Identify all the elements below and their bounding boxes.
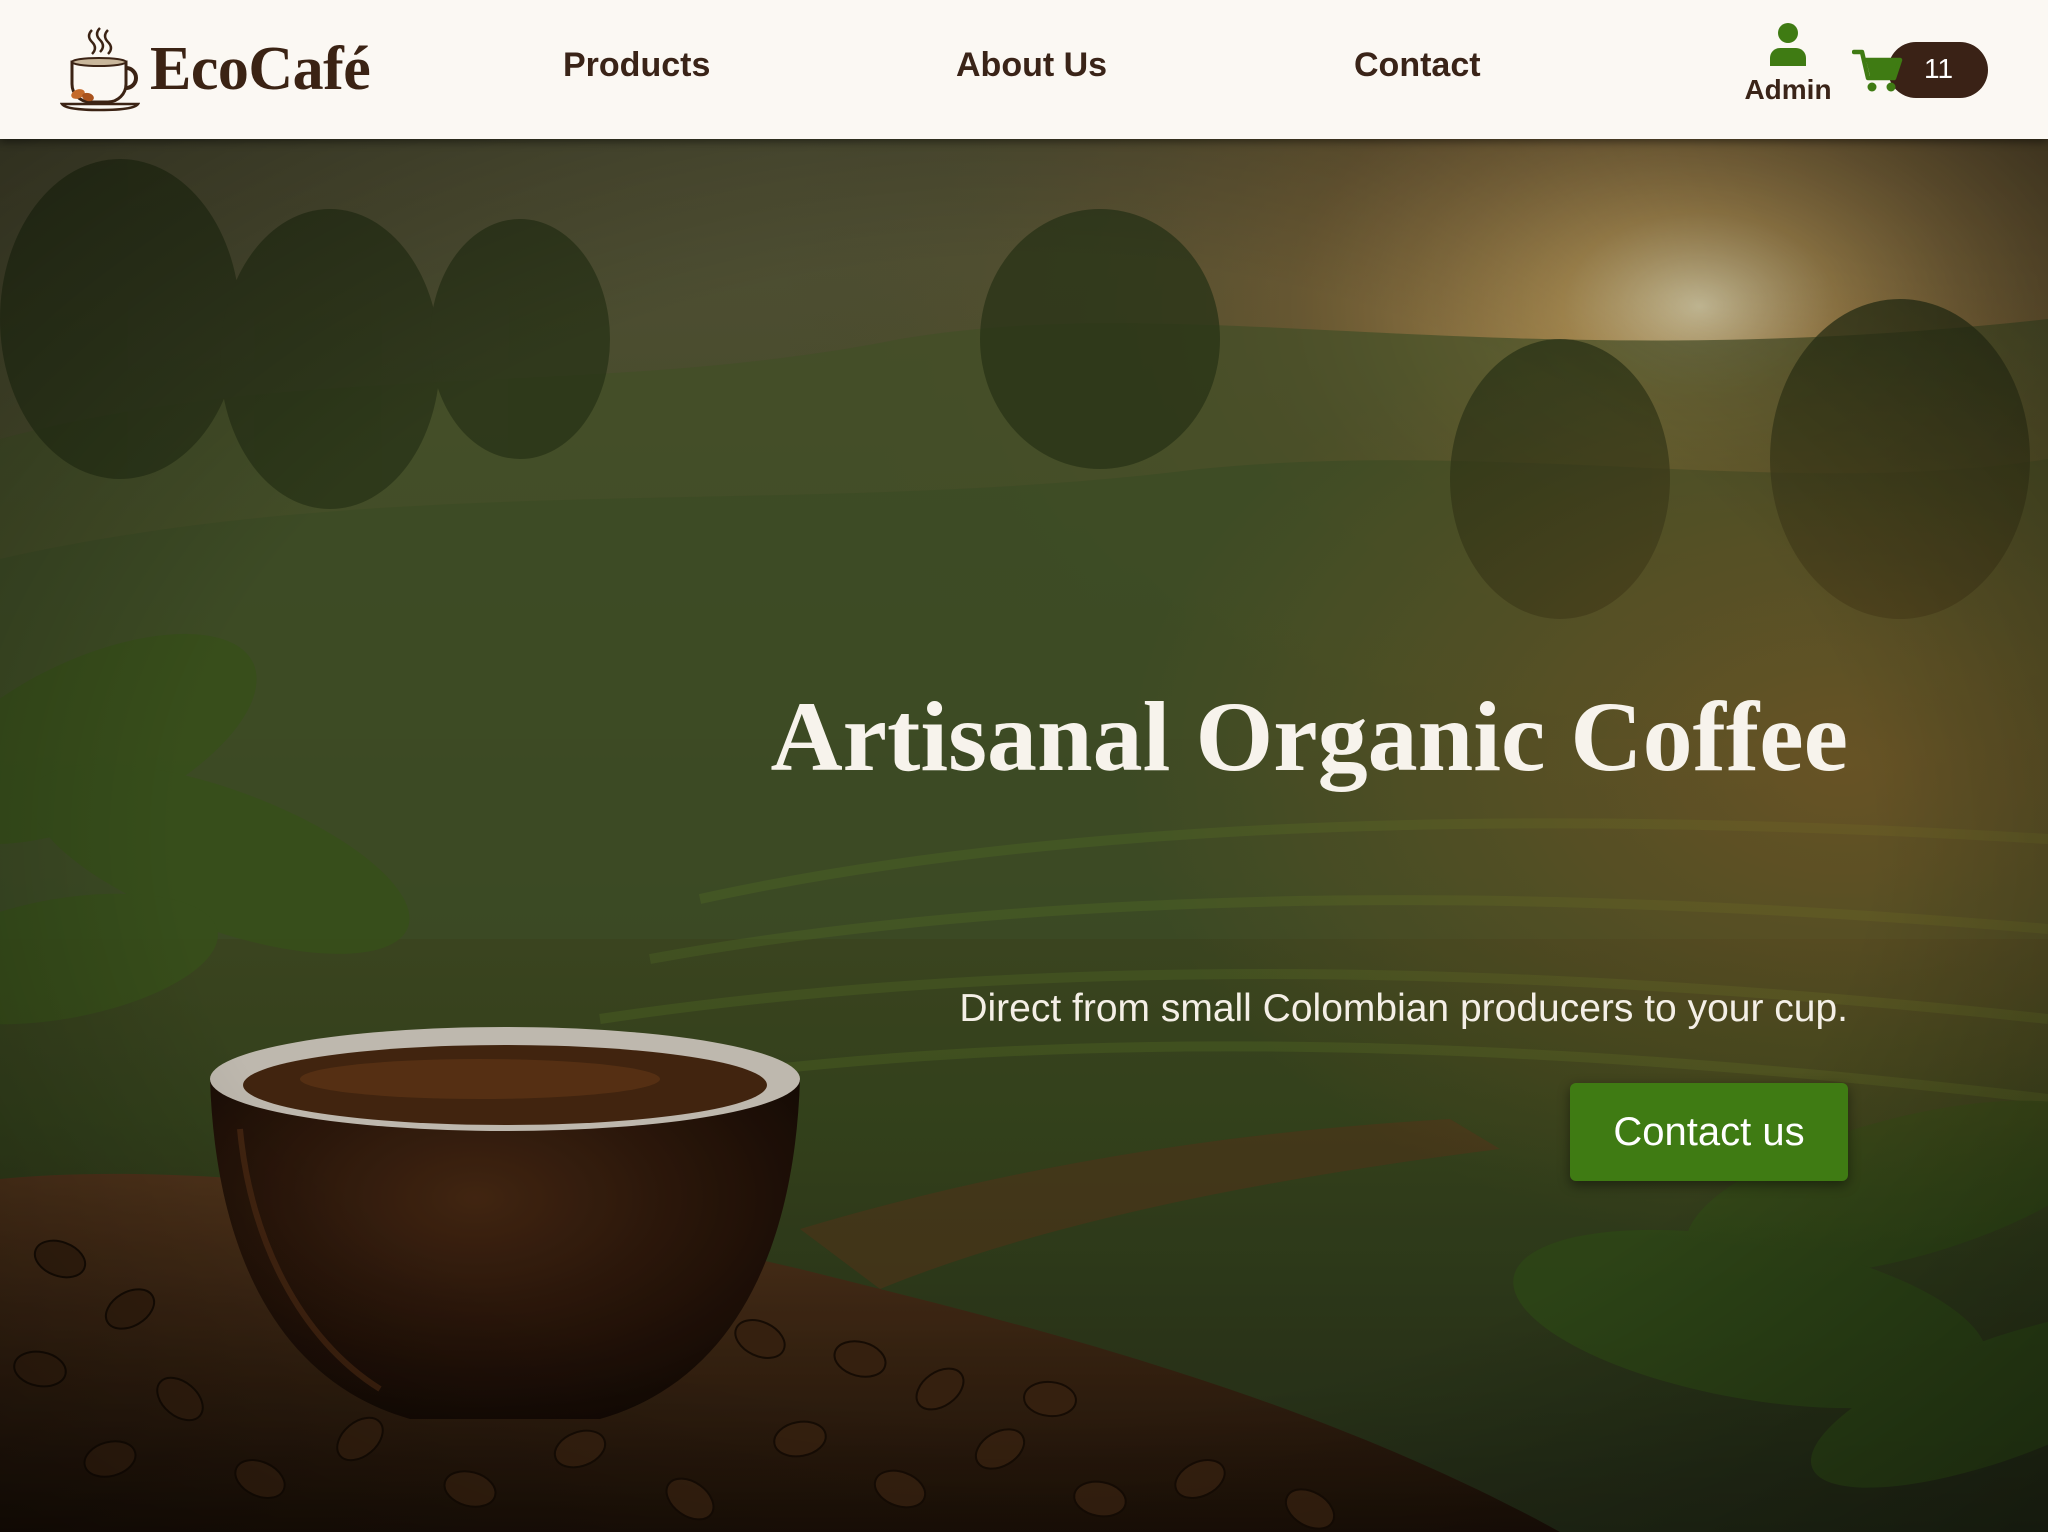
hero-subtitle: Direct from small Colombian producers to…: [959, 987, 1848, 1030]
nav-about-us[interactable]: About Us: [956, 46, 1107, 85]
account-label: Admin: [1744, 74, 1832, 105]
nav-contact[interactable]: Contact: [1354, 46, 1481, 85]
cart-count: 11: [1924, 53, 1954, 84]
account-link[interactable]: Admin: [1736, 22, 1840, 110]
contact-us-button[interactable]: Contact us: [1570, 1083, 1848, 1181]
nav-products[interactable]: Products: [563, 46, 710, 85]
hero-title: Artisanal Organic Coffee: [770, 681, 1848, 792]
site-header: EcoCafé Products About Us Contact Admin …: [0, 0, 2048, 139]
coffee-cup-logo-icon: [60, 27, 140, 112]
user-icon: [1770, 23, 1806, 66]
hero-section: Artisanal Organic Coffee Direct from sma…: [0, 139, 2048, 1532]
brand-logo-link[interactable]: EcoCafé: [60, 26, 371, 112]
cart-icon: [1852, 49, 1903, 92]
cart-button[interactable]: 11: [1852, 42, 1988, 98]
brand-name: EcoCafé: [150, 34, 371, 103]
hero-background-image: [0, 139, 2048, 1532]
